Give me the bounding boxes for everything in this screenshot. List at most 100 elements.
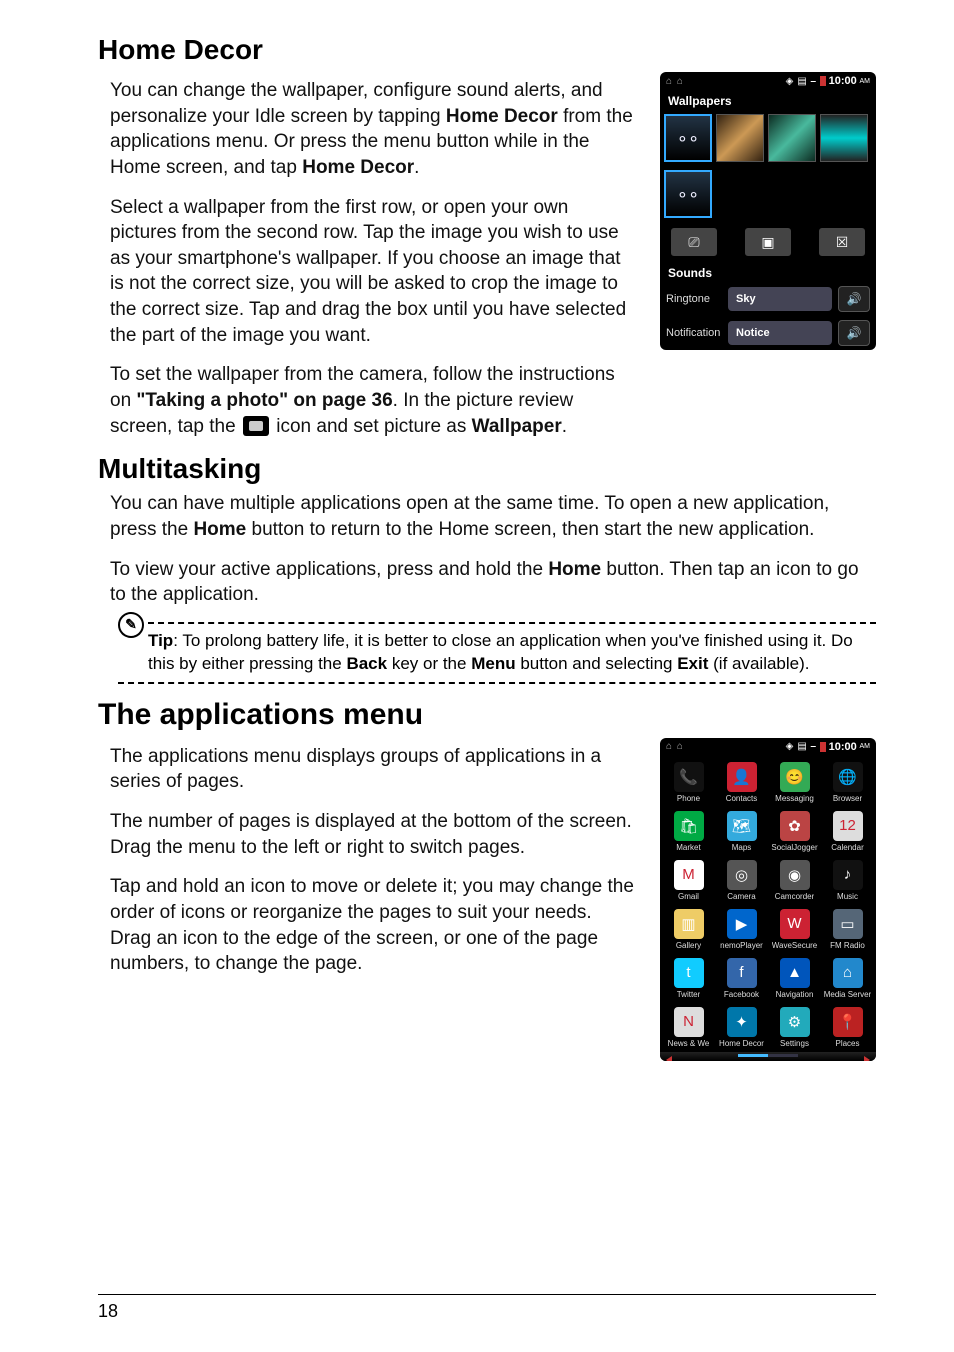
heading-home-decor: Home Decor xyxy=(98,34,876,66)
app-label: WaveSecure xyxy=(772,941,818,950)
tip-icon: ✎ xyxy=(118,612,144,638)
home-decor-text: You can change the wallpaper, configure … xyxy=(110,72,638,453)
app-twitter[interactable]: tTwitter xyxy=(662,956,715,1001)
notification-value-button[interactable]: Notice xyxy=(728,321,832,345)
app-label: Settings xyxy=(780,1039,809,1048)
apps-menu-p2: The number of pages is displayed at the … xyxy=(110,809,638,860)
text-bold: Back xyxy=(346,654,387,673)
apps-menu-text: The applications menu displays groups of… xyxy=(110,738,638,991)
wallpaper-thumb-2[interactable] xyxy=(716,114,764,162)
tip-text: Tip: To prolong battery life, it is bett… xyxy=(148,630,876,676)
app-gmail[interactable]: MGmail xyxy=(662,858,715,903)
status-time-2: 10:00 xyxy=(829,741,857,753)
app-calendar[interactable]: 12 Calendar xyxy=(821,809,874,854)
app-icon: 🛍 xyxy=(674,811,704,841)
app-label: Camera xyxy=(727,892,755,901)
wallpaper-thumb-4[interactable] xyxy=(820,114,868,162)
app-camera[interactable]: ◎ Camera xyxy=(715,858,768,903)
text-bold: Exit xyxy=(677,654,708,673)
phone-home-decor: ⌂ ⌂ ◈ ▤ ⎯ 10:00 AM Wallpapers ∘∘ xyxy=(660,72,876,350)
multitasking-p1: You can have multiple applications open … xyxy=(110,491,876,542)
app-media-server[interactable]: ⌂Media Server xyxy=(821,956,874,1001)
app-home-decor[interactable]: ✦ Home Decor xyxy=(715,1005,768,1050)
wallpaper-row-1: ∘∘ xyxy=(660,110,876,166)
status-left-icons-2: ⌂ ⌂ xyxy=(666,741,684,752)
app-wavesecure[interactable]: W WaveSecure xyxy=(768,907,821,952)
app-facebook[interactable]: fFacebook xyxy=(715,956,768,1001)
app-label: Maps xyxy=(732,843,752,852)
app-label: Calendar xyxy=(831,843,863,852)
text: . xyxy=(414,157,419,178)
app-music[interactable]: ♪Music xyxy=(821,858,874,903)
ringtone-value-button[interactable]: Sky xyxy=(728,287,832,311)
app-label: Gmail xyxy=(678,892,699,901)
gallery-icon[interactable]: ⎚ xyxy=(671,228,717,256)
app-news-we[interactable]: NNews & We xyxy=(662,1005,715,1050)
app-label: Camcorder xyxy=(775,892,815,901)
app-settings[interactable]: ⚙ Settings xyxy=(768,1005,821,1050)
app-places[interactable]: 📍Places xyxy=(821,1005,874,1050)
app-icon: 🗺 xyxy=(727,811,757,841)
app-socialjogger[interactable]: ✿ SocialJogger xyxy=(768,809,821,854)
apps-menu-p3: Tap and hold an icon to move or delete i… xyxy=(110,874,638,977)
app-label: Browser xyxy=(833,794,862,803)
app-market[interactable]: 🛍Market xyxy=(662,809,715,854)
app-icon: ✿ xyxy=(780,811,810,841)
wallpapers-title: Wallpapers xyxy=(660,90,876,110)
text-bold: Home Decor xyxy=(302,157,414,178)
app-icon: 12 xyxy=(833,811,863,841)
app-fm-radio[interactable]: ▭FM Radio xyxy=(821,907,874,952)
heading-apps-menu: The applications menu xyxy=(98,698,876,732)
app-label: Places xyxy=(835,1039,859,1048)
app-icon: ✦ xyxy=(727,1007,757,1037)
app-label: nemoPlayer xyxy=(720,941,763,950)
app-icon: ⚙ xyxy=(780,1007,810,1037)
app-icon: ◎ xyxy=(727,860,757,890)
apps-menu-p1: The applications menu displays groups of… xyxy=(110,744,638,795)
app-phone[interactable]: 📞Phone xyxy=(662,760,715,805)
phone-apps: ⌂ ⌂ ◈ ▤ ⎯ 10:00 AM 📞Phone👤Contacts😊Messa… xyxy=(660,738,876,1061)
app-gallery[interactable]: ▥Gallery xyxy=(662,907,715,952)
app-icon: 😊 xyxy=(780,762,810,792)
app-label: Messaging xyxy=(775,794,814,803)
page: Home Decor You can change the wallpaper,… xyxy=(0,0,954,1352)
home-decor-row: You can change the wallpaper, configure … xyxy=(98,72,876,453)
app-icon: W xyxy=(780,909,810,939)
app-messaging[interactable]: 😊 Messaging xyxy=(768,760,821,805)
home-decor-p2: Select a wallpaper from the first row, o… xyxy=(110,195,638,349)
status-right-icons-2: ◈ ▤ ⎯ xyxy=(786,741,826,752)
app-contacts[interactable]: 👤Contacts xyxy=(715,760,768,805)
signal-icon: ⎯ xyxy=(811,741,816,752)
app-label: Contacts xyxy=(726,794,758,803)
app-navigation[interactable]: ▲Navigation xyxy=(768,956,821,1001)
app-icon: ⌂ xyxy=(833,958,863,988)
app-label: SocialJogger xyxy=(771,843,817,852)
status-ampm: AM xyxy=(860,78,871,85)
wallpaper-user-thumb[interactable]: ∘∘ xyxy=(664,170,712,218)
multitasking-text: You can have multiple applications open … xyxy=(110,491,876,683)
notification-preview-button[interactable]: 🔊 xyxy=(838,320,870,346)
text: icon and set picture as xyxy=(271,416,472,437)
app-label: Facebook xyxy=(724,990,759,999)
app-icon: ▶ xyxy=(727,909,757,939)
app-nemoplayer[interactable]: ▶ nemoPlayer xyxy=(715,907,768,952)
app-label: Home Decor xyxy=(719,1039,764,1048)
status-right-icons: ◈ ▤ ⎯ xyxy=(786,76,826,87)
app-label: Phone xyxy=(677,794,700,803)
app-camcorder[interactable]: ◉Camcorder xyxy=(768,858,821,903)
pager[interactable] xyxy=(660,1052,876,1061)
status-left-icons: ⌂ ⌂ xyxy=(666,76,684,87)
wallpaper-actions: ⎚ ▣ ☒ xyxy=(660,222,876,262)
wallpaper-thumb-1[interactable]: ∘∘ xyxy=(664,114,712,162)
app-browser[interactable]: 🌐Browser xyxy=(821,760,874,805)
app-maps[interactable]: 🗺 Maps xyxy=(715,809,768,854)
camera-action-icon[interactable]: ▣ xyxy=(745,228,791,256)
text-bold: Wallpaper xyxy=(472,416,562,437)
pager-segment-current xyxy=(738,1054,768,1057)
wallpaper-thumb-3[interactable] xyxy=(768,114,816,162)
apps-grid: 📞Phone👤Contacts 😊 Messaging 🌐Browser 🛍Market… xyxy=(660,756,876,1052)
ringtone-preview-button[interactable]: 🔊 xyxy=(838,286,870,312)
picture-action-icon[interactable]: ☒ xyxy=(819,228,865,256)
tip-rule-bottom xyxy=(118,682,876,684)
app-icon: ▥ xyxy=(674,909,704,939)
